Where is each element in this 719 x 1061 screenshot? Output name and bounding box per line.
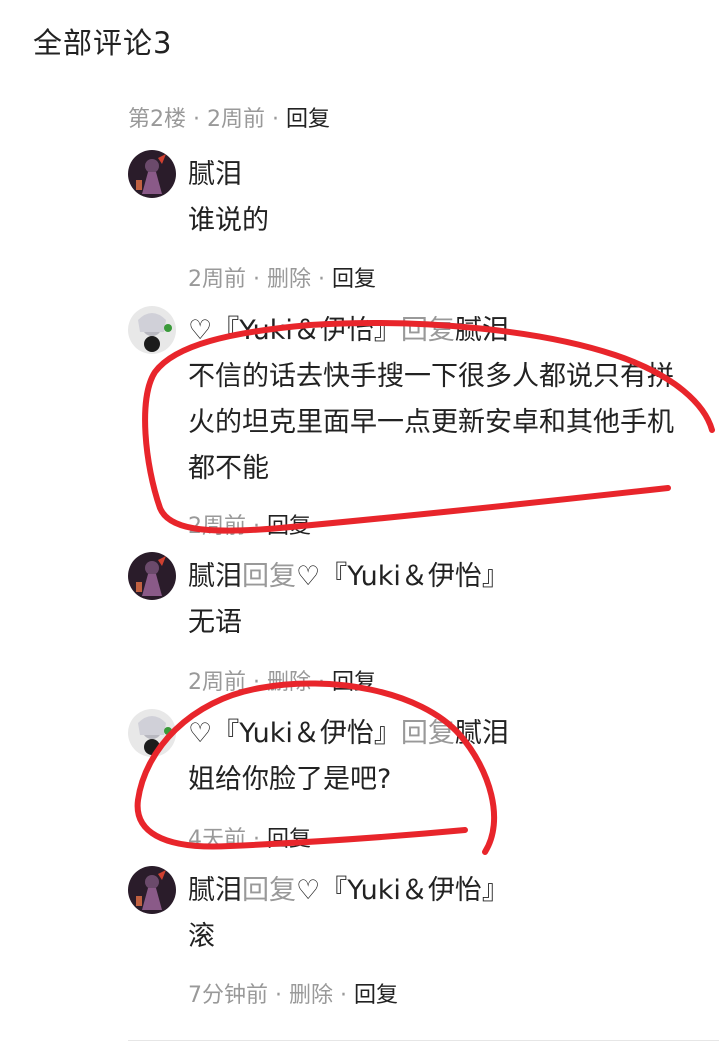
floor-meta: 第2楼 · 2周前 · 回复: [128, 107, 331, 132]
reply-item: 腻泪回复♡『Yuki＆伊怡』 无语 2周前 · 删除 · 回复: [128, 552, 713, 695]
delete-button[interactable]: 删除: [289, 983, 333, 1008]
reply-text: 无语: [188, 607, 242, 638]
reply-text: 不信的话去快手搜一下很多人都说只有拼火的坦克里面早一点更新安卓和其他手机都不能: [188, 361, 674, 484]
reply-item: 腻泪 谁说的 2周前 · 删除 · 回复: [128, 150, 713, 292]
reply-text: 姐给你脸了是吧?: [188, 764, 392, 795]
reply-time: 2周前: [188, 670, 246, 695]
reply-time: 7分钟前: [188, 983, 268, 1008]
reply-time: 2周前: [188, 267, 246, 292]
reply-author[interactable]: 腻泪: [188, 561, 242, 592]
user-avatar[interactable]: [128, 709, 176, 757]
reply-author[interactable]: ♡『Yuki＆伊怡』: [188, 315, 401, 346]
floor-time: 2周前: [207, 107, 265, 132]
user-avatar[interactable]: [128, 306, 176, 354]
delete-button[interactable]: 删除: [267, 670, 311, 695]
reply-button[interactable]: 回复: [267, 514, 311, 539]
reply-time: 4天前: [188, 827, 246, 852]
user-avatar[interactable]: [128, 150, 176, 198]
reply-button[interactable]: 回复: [332, 267, 376, 292]
reply-target[interactable]: ♡『Yuki＆伊怡』: [296, 875, 509, 906]
bottom-divider: [128, 1040, 719, 1041]
reply-item: ♡『Yuki＆伊怡』回复 腻泪 不信的话去快手搜一下很多人都说只有拼火的坦克里面早…: [128, 306, 713, 539]
floor-label: 第2楼: [128, 107, 186, 132]
reply-author[interactable]: 腻泪: [188, 159, 242, 190]
reply-target[interactable]: ♡『Yuki＆伊怡』: [296, 561, 509, 592]
reply-author[interactable]: 腻泪: [188, 875, 242, 906]
reply-author[interactable]: ♡『Yuki＆伊怡』: [188, 718, 401, 749]
user-avatar[interactable]: [128, 866, 176, 914]
reply-item: ♡『Yuki＆伊怡』回复腻泪 姐给你脸了是吧? 4天前 · 回复: [128, 709, 713, 852]
reply-target[interactable]: 腻泪: [455, 315, 509, 346]
reply-text: 滚: [188, 921, 215, 952]
reply-item: 腻泪回复♡『Yuki＆伊怡』 滚 7分钟前 · 删除 · 回复: [128, 866, 713, 1016]
reply-button[interactable]: 回复: [267, 827, 311, 852]
delete-button[interactable]: 删除: [267, 267, 311, 292]
reply-time: 2周前: [188, 514, 246, 539]
reply-button[interactable]: 回复: [332, 670, 376, 695]
floor-reply-button[interactable]: 回复: [286, 107, 330, 132]
reply-text: 谁说的: [188, 205, 269, 236]
user-avatar[interactable]: [128, 552, 176, 600]
reply-button[interactable]: 回复: [354, 983, 398, 1008]
page-title: 全部评论3: [33, 26, 173, 60]
reply-target[interactable]: 腻泪: [455, 718, 509, 749]
